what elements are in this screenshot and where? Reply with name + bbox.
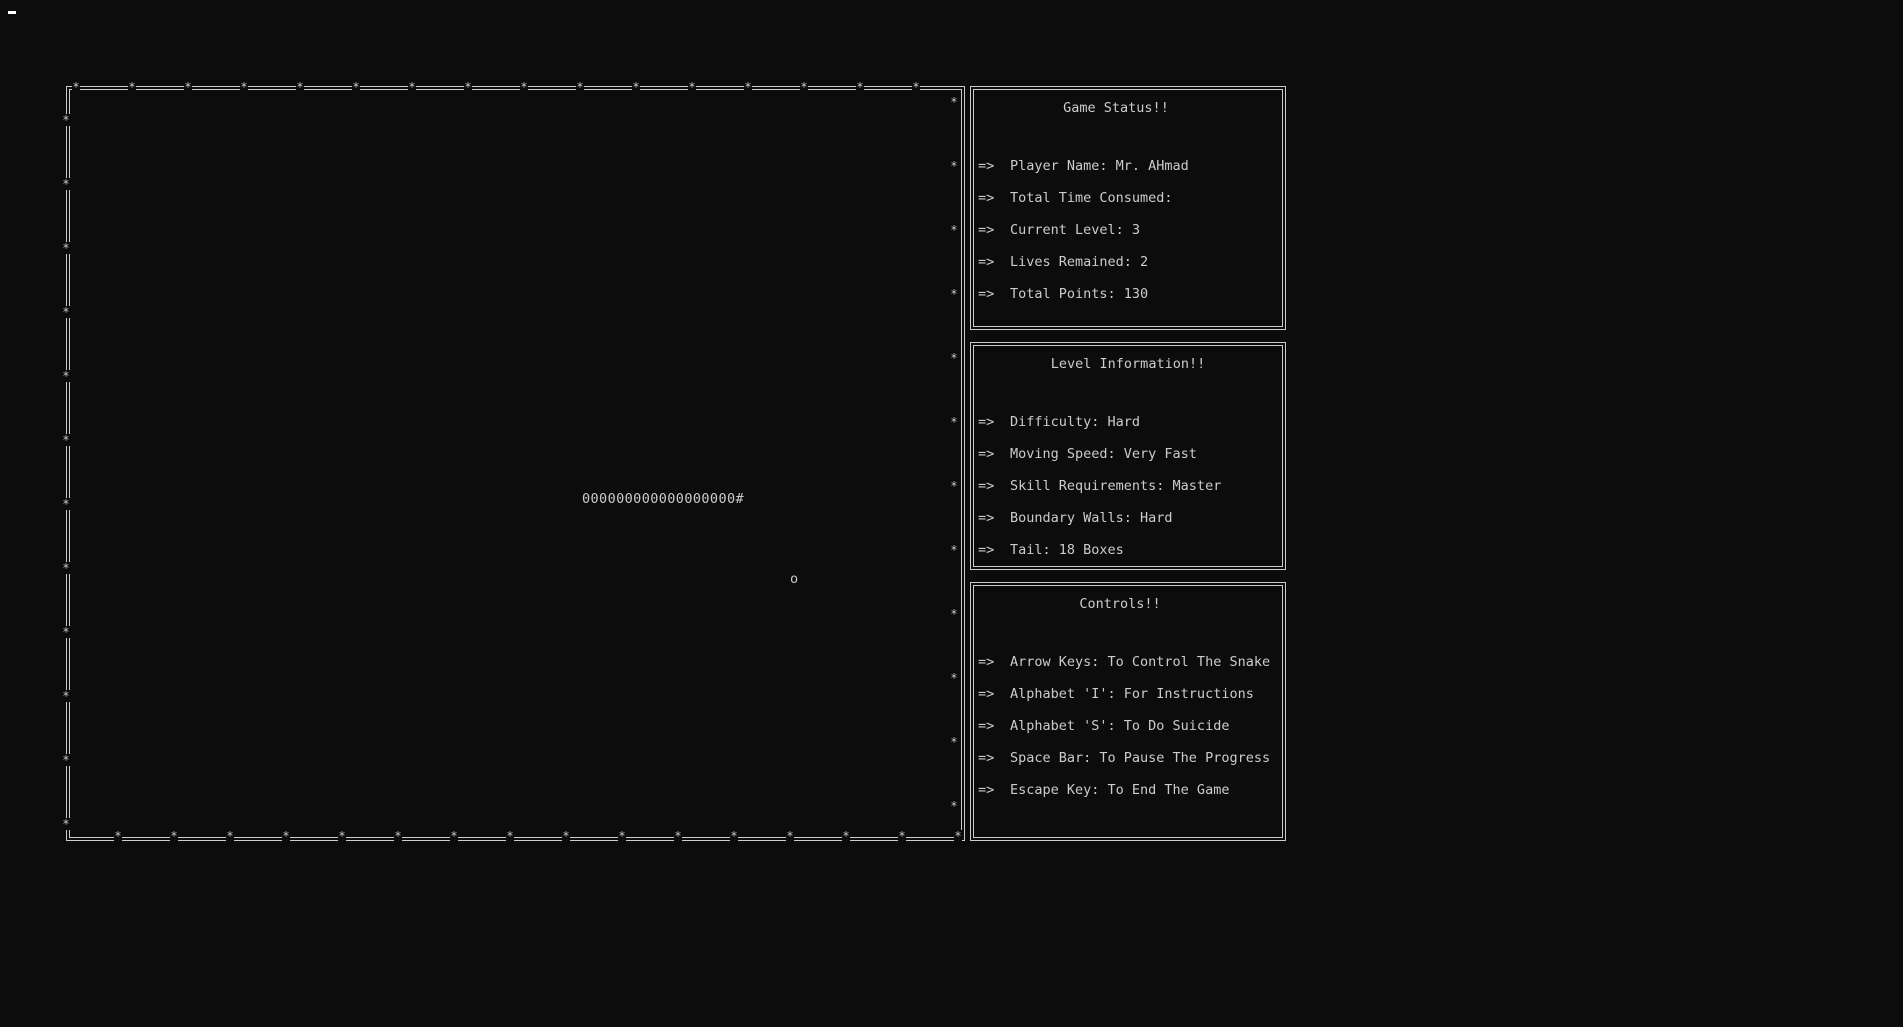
arrow-marker: =>: [978, 478, 995, 494]
border-marker: *: [950, 223, 958, 237]
border-marker: *: [950, 543, 958, 557]
border-marker: *: [62, 817, 70, 831]
border-marker: *: [62, 305, 70, 319]
border-marker: *: [114, 829, 122, 843]
border-marker: *: [562, 829, 570, 843]
border-marker: *: [950, 415, 958, 429]
border-marker: *: [950, 351, 958, 365]
level-moving-speed: => Moving Speed: Very Fast: [978, 446, 1197, 462]
border-marker: *: [950, 159, 958, 173]
border-marker: *: [688, 80, 696, 94]
border-marker: *: [62, 113, 70, 127]
food-pellet: o: [790, 571, 799, 587]
controls-panel: Controls!! => Arrow Keys: To Control The …: [970, 582, 1286, 841]
level-difficulty: => Difficulty: Hard: [978, 414, 1141, 430]
border-marker: *: [62, 177, 70, 191]
border-marker: *: [674, 829, 682, 843]
arrow-marker: =>: [978, 750, 995, 766]
border-marker: *: [898, 829, 906, 843]
arrow-marker: =>: [978, 654, 995, 670]
controls-title: Controls!!: [1079, 596, 1161, 612]
border-marker: *: [170, 829, 178, 843]
border-marker: *: [950, 735, 958, 749]
status-player-name: => Player Name: Mr. AHmad: [978, 158, 1189, 174]
arrow-marker: =>: [978, 542, 995, 558]
border-marker: *: [912, 80, 920, 94]
border-marker: *: [62, 625, 70, 639]
border-marker: *: [506, 829, 514, 843]
game-status-title: Game Status!!: [1063, 100, 1169, 116]
game-status-panel: Game Status!! => Player Name: Mr. AHmad =…: [970, 86, 1286, 330]
control-end-game: => Escape Key: To End The Game: [978, 782, 1230, 798]
border-marker: *: [62, 433, 70, 447]
snake: 000000000000000000#: [582, 491, 745, 507]
border-marker: *: [744, 80, 752, 94]
border-marker: *: [950, 95, 958, 109]
border-marker: *: [954, 829, 962, 843]
arrow-marker: =>: [978, 510, 995, 526]
arrow-marker: =>: [978, 286, 995, 302]
status-current-level: => Current Level: 3: [978, 222, 1141, 238]
border-marker: *: [842, 829, 850, 843]
border-marker: *: [62, 241, 70, 255]
arrow-marker: =>: [978, 222, 995, 238]
border-marker: *: [128, 80, 136, 94]
status-lives-remained: => Lives Remained: 2: [978, 254, 1149, 270]
border-marker: *: [450, 829, 458, 843]
arrow-marker: =>: [978, 446, 995, 462]
border-marker: *: [730, 829, 738, 843]
border-marker: *: [226, 829, 234, 843]
border-marker: *: [282, 829, 290, 843]
border-marker: *: [632, 80, 640, 94]
control-suicide: => Alphabet 'S': To Do Suicide: [978, 718, 1230, 734]
arrow-marker: =>: [978, 686, 995, 702]
border-marker: *: [240, 80, 248, 94]
border-marker: *: [950, 671, 958, 685]
border-marker: *: [184, 80, 192, 94]
status-time-consumed: => Total Time Consumed:: [978, 190, 1173, 206]
level-skill-requirements: => Skill Requirements: Master: [978, 478, 1222, 494]
border-marker: *: [338, 829, 346, 843]
control-pause: => Space Bar: To Pause The Progress: [978, 750, 1271, 766]
game-board: 000000000000000000# o * * * * * * * * * * * * * * * * * *…: [62, 81, 965, 843]
level-tail: => Tail: 18 Boxes: [978, 542, 1124, 558]
border-marker: *: [856, 80, 864, 94]
border-marker: *: [62, 689, 70, 703]
control-arrow-keys: => Arrow Keys: To Control The Snake: [978, 654, 1271, 670]
border-marker: *: [72, 80, 80, 94]
arrow-marker: =>: [978, 782, 995, 798]
arrow-marker: =>: [978, 414, 995, 430]
border-marker: *: [394, 829, 402, 843]
border-marker: *: [62, 369, 70, 383]
border-marker: *: [786, 829, 794, 843]
border-marker: *: [62, 497, 70, 511]
border-marker: *: [618, 829, 626, 843]
border-marker: *: [408, 80, 416, 94]
status-total-points: => Total Points: 130: [978, 286, 1149, 302]
border-marker: *: [950, 479, 958, 493]
border-marker: *: [950, 607, 958, 621]
level-info-title: Level Information!!: [1050, 356, 1206, 372]
border-marker: *: [62, 753, 70, 767]
border-marker: *: [296, 80, 304, 94]
border-marker: *: [352, 80, 360, 94]
border-marker: *: [62, 561, 70, 575]
console-cursor: [8, 11, 16, 14]
border-marker: *: [464, 80, 472, 94]
border-marker: *: [576, 80, 584, 94]
arrow-marker: =>: [978, 718, 995, 734]
border-marker: *: [520, 80, 528, 94]
arrow-marker: =>: [978, 158, 995, 174]
level-info-panel: Level Information!! => Difficulty: Hard =…: [970, 342, 1286, 570]
border-marker: *: [950, 799, 958, 813]
arrow-marker: =>: [978, 254, 995, 270]
level-boundary-walls: => Boundary Walls: Hard: [978, 510, 1173, 526]
control-instructions: => Alphabet 'I': For Instructions: [978, 686, 1254, 702]
border-marker: *: [950, 287, 958, 301]
border-marker: *: [800, 80, 808, 94]
arrow-marker: =>: [978, 190, 995, 206]
